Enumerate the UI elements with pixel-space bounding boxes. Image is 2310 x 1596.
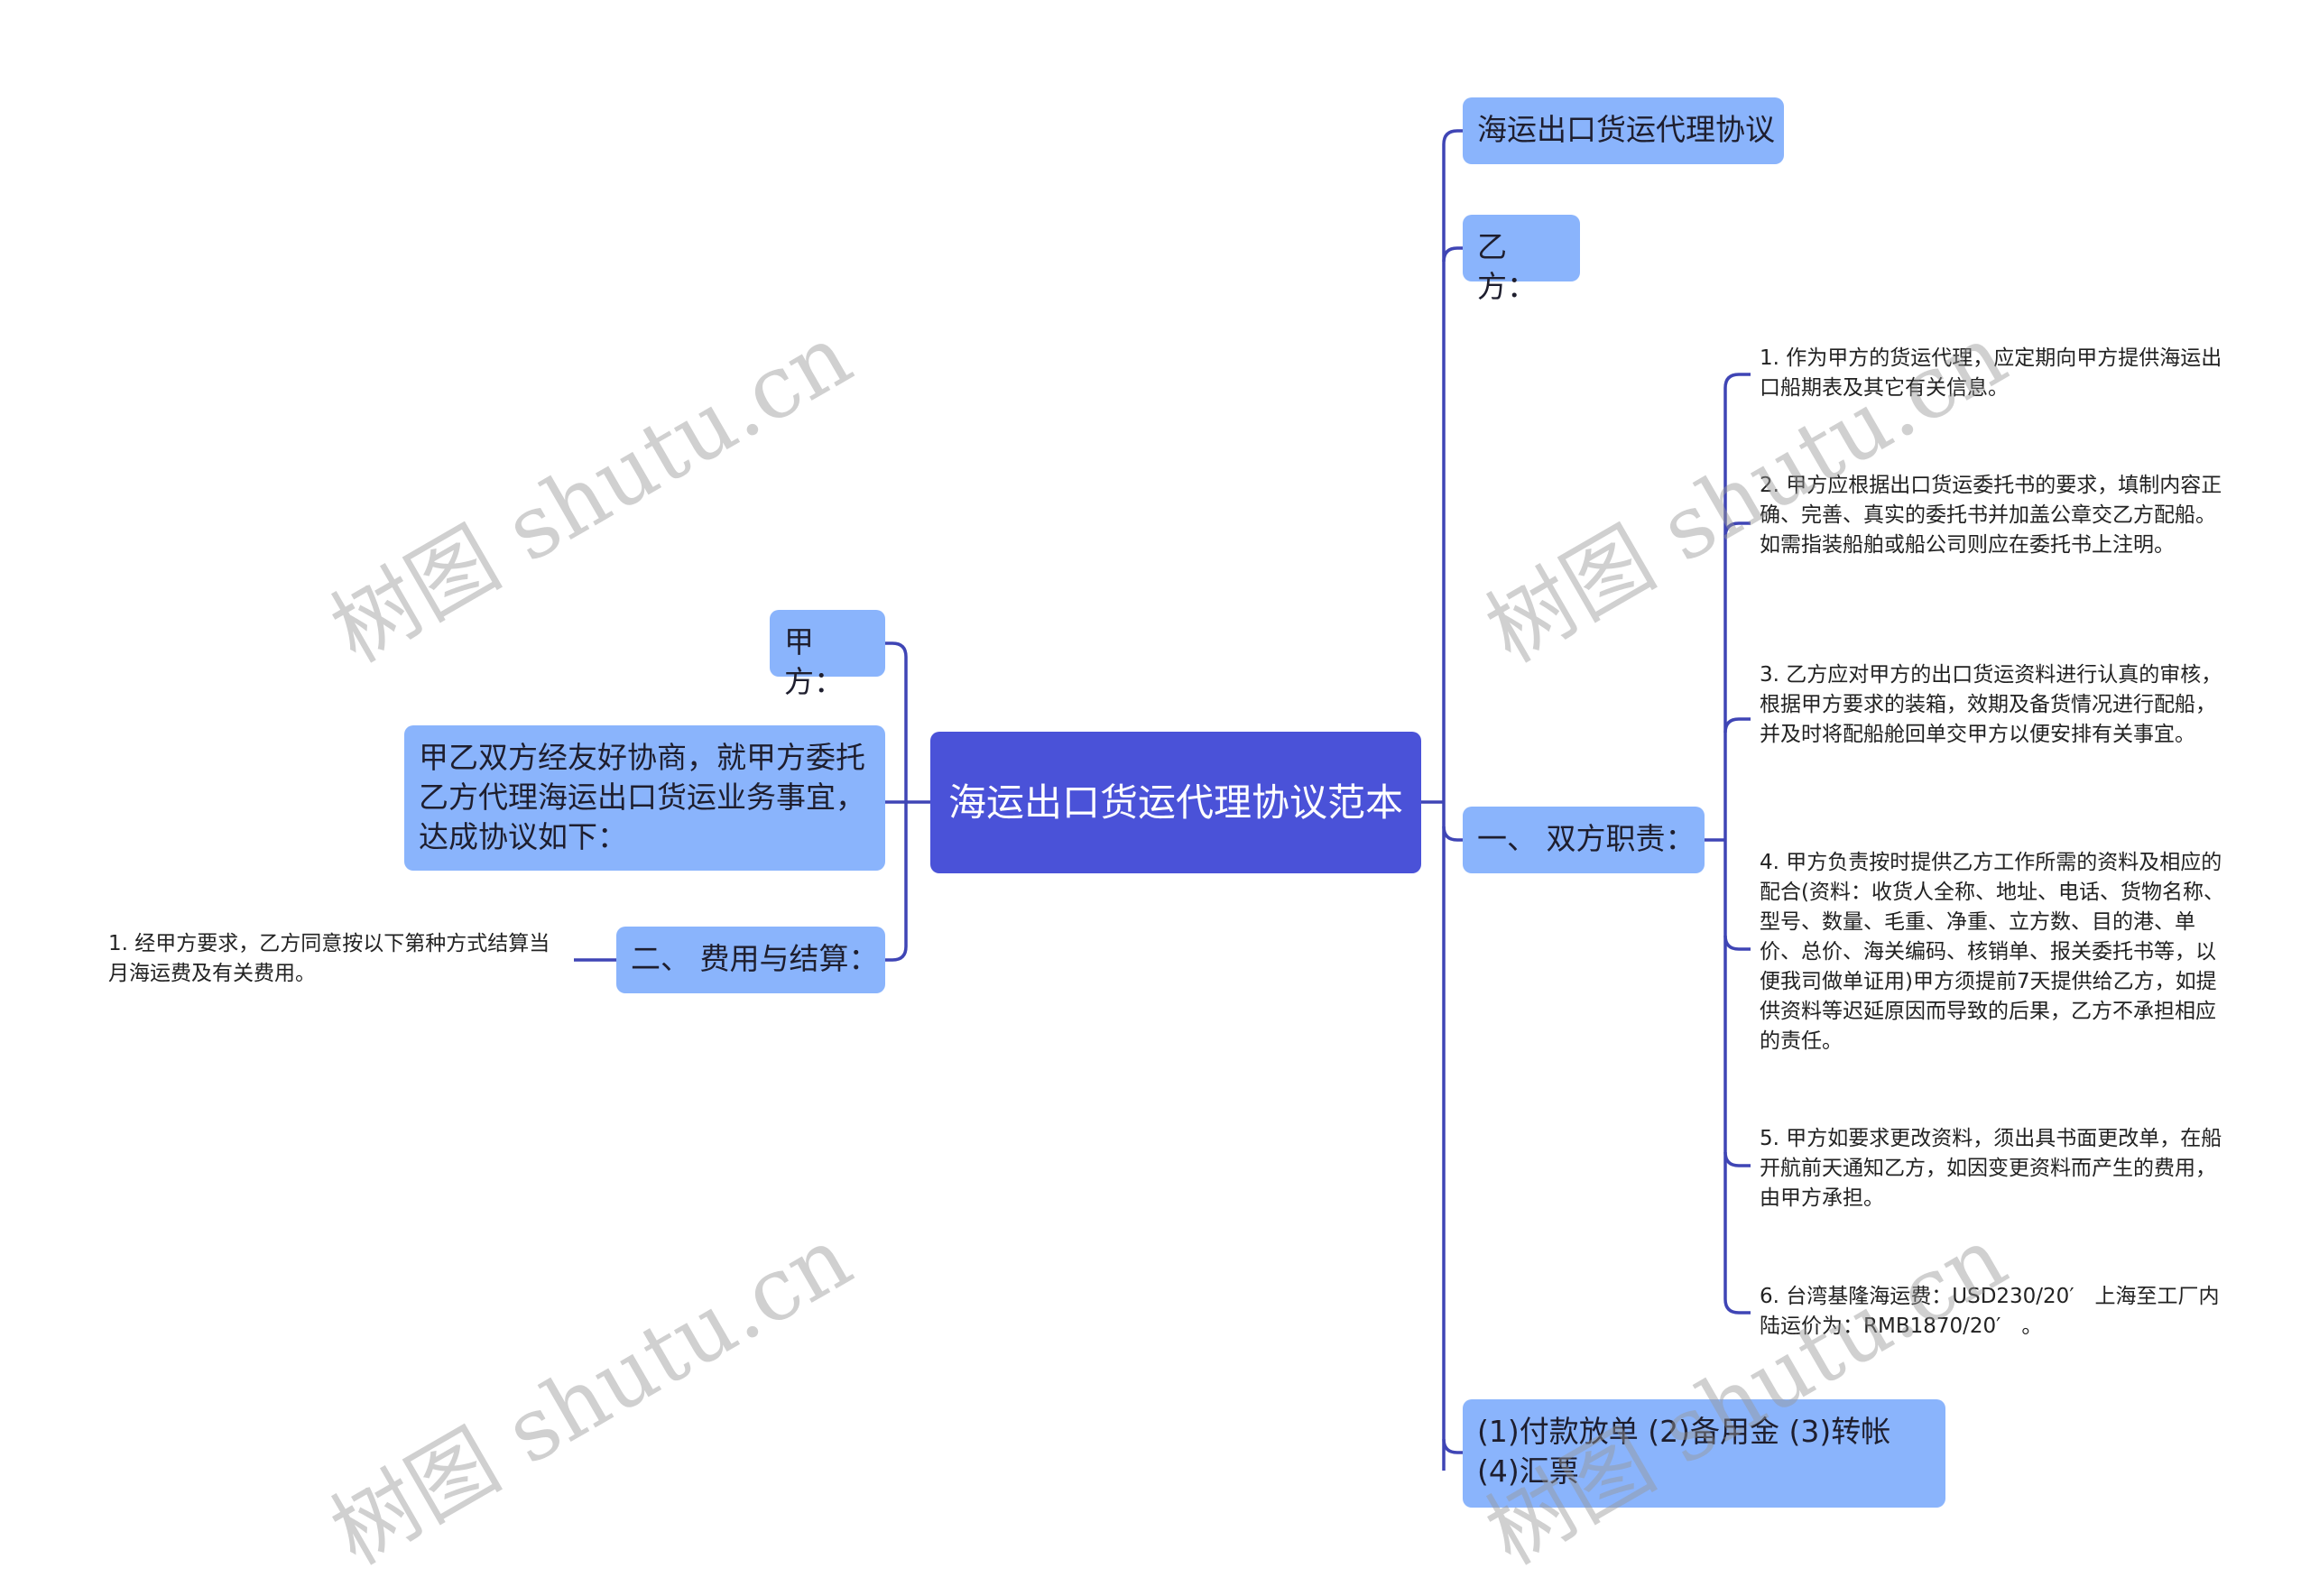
leaf-duty-6[interactable]: 6. 台湾基隆海运费：USD230/20′ 上海至工厂内陆运价为：RMB1870… [1760, 1282, 2224, 1342]
connector [1723, 1151, 1751, 1167]
connector [885, 641, 908, 658]
leaf-fees-1[interactable]: 1. 经甲方要求，乙方同意按以下第种方式结算当月海运费及有关费用。 [108, 929, 559, 989]
node-party-b[interactable]: 乙方： [1463, 215, 1580, 304]
node-label: 甲乙双方经友好协商，就甲方委托乙方代理海运出口货运业务事宜，达成协议如下： [419, 740, 865, 854]
connector [1723, 1298, 1751, 1315]
node-label: 甲方： [784, 624, 844, 699]
leaf-label: 1. 作为甲方的货运代理，应定期向甲方提供海运出口船期表及其它有关信息。 [1760, 346, 2222, 400]
leaf-label: 2. 甲方应根据出口货运委托书的要求，填制内容正确、完善、真实的委托书并加盖公章… [1760, 474, 2222, 557]
leaf-label: 1. 经甲方要求，乙方同意按以下第种方式结算当月海运费及有关费用。 [108, 932, 550, 985]
leaf-duty-3[interactable]: 3. 乙方应对甲方的出口货运资料进行认真的审核，根据甲方要求的装箱，效期及备货情… [1760, 660, 2224, 750]
leaf-label: 4. 甲方负责按时提供乙方工作所需的资料及相应的配合(资料：收货人全称、地址、电… [1760, 851, 2224, 1053]
node-title[interactable]: 海运出口货运代理协议 [1463, 97, 1784, 164]
node-party-a[interactable]: 甲方： [770, 610, 885, 699]
node-payment[interactable]: (1)付款放单 (2)备用金 (3)转帐(4)汇票 [1463, 1399, 1945, 1508]
node-label: 二、 费用与结算： [631, 941, 879, 976]
connector [1723, 717, 1751, 733]
connector [1442, 246, 1463, 263]
node-label: 海运出口货运代理协议 [1477, 112, 1775, 147]
leaf-label: 6. 台湾基隆海运费：USD230/20′ 上海至工厂内陆运价为：RMB1870… [1760, 1285, 2220, 1338]
connector [885, 946, 908, 962]
leaf-label: 5. 甲方如要求更改资料，须出具书面更改单，在船开航前天通知乙方，如因变更资料而… [1760, 1127, 2222, 1210]
root-node[interactable]: 海运出口货运代理协议范本 [930, 732, 1421, 873]
leaf-duty-1[interactable]: 1. 作为甲方的货运代理，应定期向甲方提供海运出口船期表及其它有关信息。 [1760, 344, 2224, 403]
leaf-label: 3. 乙方应对甲方的出口货运资料进行认真的审核，根据甲方要求的装箱，效期及备货情… [1760, 663, 2222, 746]
connector [1723, 935, 1751, 951]
connector [1723, 373, 1751, 389]
node-label: (1)付款放单 (2)备用金 (3)转帐(4)汇票 [1477, 1414, 1891, 1489]
node-label: 一、 双方职责： [1477, 821, 1696, 856]
node-duties[interactable]: 一、 双方职责： [1463, 807, 1705, 873]
connector [1442, 826, 1463, 842]
root-label: 海运出口货运代理协议范本 [948, 780, 1404, 825]
node-fees[interactable]: 二、 费用与结算： [616, 927, 885, 993]
connector [1442, 1438, 1463, 1454]
connector [1442, 129, 1463, 145]
leaf-duty-4[interactable]: 4. 甲方负责按时提供乙方工作所需的资料及相应的配合(资料：收货人全称、地址、电… [1760, 848, 2224, 1056]
leaf-duty-5[interactable]: 5. 甲方如要求更改资料，须出具书面更改单，在船开航前天通知乙方，如因变更资料而… [1760, 1124, 2224, 1213]
connector [1723, 521, 1751, 538]
node-intro[interactable]: 甲乙双方经友好协商，就甲方委托乙方代理海运出口货运业务事宜，达成协议如下： [404, 725, 885, 871]
leaf-duty-2[interactable]: 2. 甲方应根据出口货运委托书的要求，填制内容正确、完善、真实的委托书并加盖公章… [1760, 471, 2224, 560]
node-label: 乙方： [1477, 229, 1537, 304]
